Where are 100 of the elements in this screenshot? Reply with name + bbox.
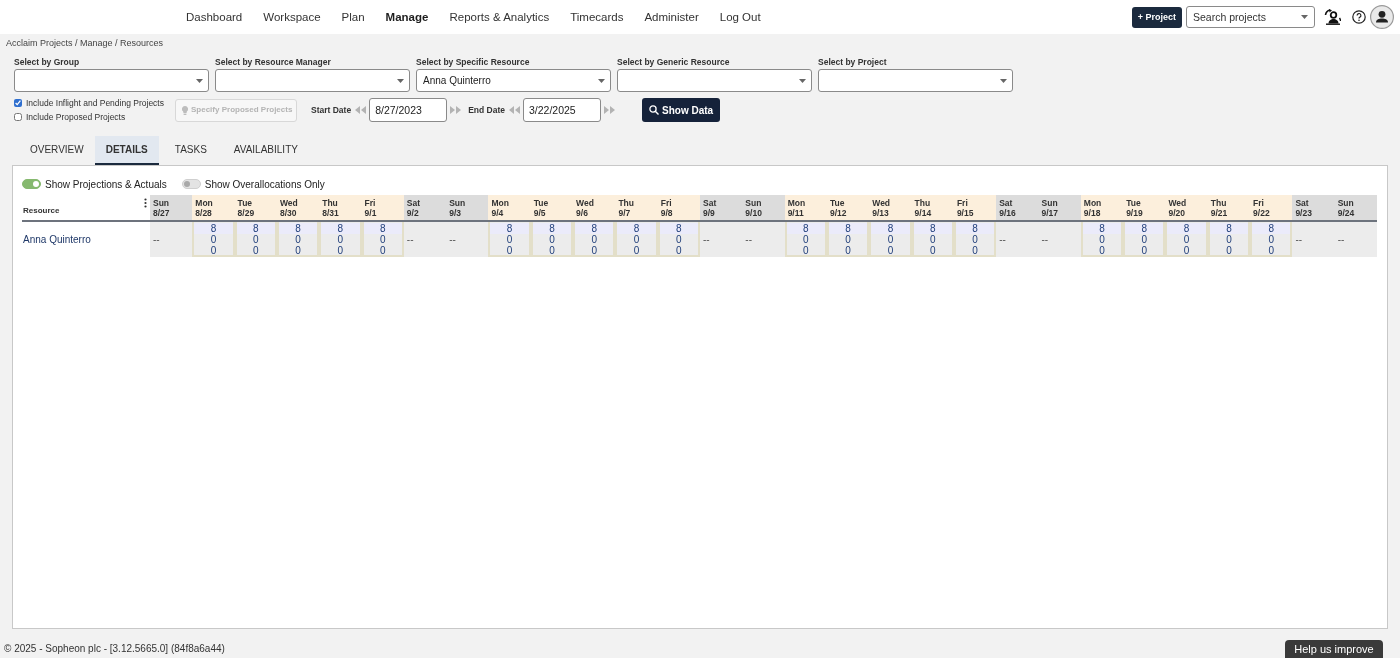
hours-value: 0: [675, 245, 683, 256]
hours-value: 0: [548, 245, 556, 256]
date-label: 9/2: [406, 208, 420, 218]
date-field[interactable]: 3/22/2025: [523, 98, 601, 122]
fast-forward-icon[interactable]: [604, 106, 615, 114]
hours-value: 0: [1267, 234, 1275, 245]
date-label: Start Date: [311, 103, 352, 117]
date-label: 9/14: [914, 208, 933, 218]
rewind-icon[interactable]: [509, 106, 520, 114]
nav-link[interactable]: Administer: [644, 10, 699, 24]
checkbox-label: Include Inflight and Pending Projects: [26, 97, 164, 109]
hours-value: 8: [1209, 223, 1249, 234]
copyright-text: © 2025 - Sopheon plc - [3.12.5665.0] (84f8a6a44): [3, 642, 225, 656]
nav-link[interactable]: Workspace: [263, 10, 321, 24]
hours-value: 0: [632, 234, 641, 245]
hours-value: 0: [802, 245, 810, 256]
date-label: 9/16: [999, 208, 1017, 218]
weekday-label: Fri: [660, 199, 673, 209]
weekday-label: Wed: [279, 199, 299, 209]
column-header: Resource: [23, 205, 60, 217]
hours-value: 0: [505, 245, 514, 256]
hours-value: 8: [1125, 223, 1164, 234]
day-cell: --: [446, 222, 489, 257]
caret-icon: [397, 78, 404, 83]
checkbox-label: Include Proposed Projects: [26, 111, 126, 123]
select-field[interactable]: Anna Quinterro: [416, 69, 611, 92]
hours-value: 0: [971, 234, 979, 245]
date-label: 9/3: [449, 208, 462, 218]
day-cell: --: [996, 222, 1039, 257]
toggle-switch[interactable]: [22, 179, 41, 189]
hours-value: 8: [828, 223, 868, 234]
select-field[interactable]: [14, 69, 209, 92]
tab[interactable]: TASKS: [158, 136, 218, 165]
date-label: 9/18: [1083, 208, 1102, 218]
hours-value: 8: [913, 223, 952, 234]
hours-value: 8: [532, 223, 572, 234]
date-field[interactable]: 8/27/2023: [369, 98, 448, 122]
tab[interactable]: DETAILS: [94, 136, 159, 165]
resource-link[interactable]: Anna Quinterro: [23, 232, 91, 247]
person-arrows-icon[interactable]: [1324, 9, 1341, 25]
weekday-label: Sun: [449, 199, 467, 209]
rewind-icon[interactable]: [355, 106, 367, 114]
nav-link[interactable]: Manage: [385, 10, 429, 24]
hours-value: 0: [294, 245, 302, 256]
show-data-button[interactable]: Show Data: [642, 98, 721, 122]
hours-value: 0: [1098, 245, 1106, 256]
hours-value: 0: [1182, 234, 1191, 245]
hours-value: 0: [844, 245, 852, 256]
weekday-label: Sun: [153, 199, 171, 209]
avatar-icon[interactable]: [1370, 5, 1394, 29]
caret-icon: [1301, 15, 1308, 19]
day-cell: --: [1038, 222, 1081, 257]
hours-value: 0: [209, 245, 218, 256]
select-field[interactable]: [818, 69, 1013, 92]
hours-value: 8: [1252, 223, 1291, 234]
tab[interactable]: OVERVIEW: [14, 136, 95, 165]
nav-link[interactable]: Reports & Analytics: [449, 10, 550, 24]
date-label: 9/11: [787, 208, 805, 218]
weekday-label: Sun: [745, 199, 763, 209]
nav-link[interactable]: Plan: [341, 10, 365, 24]
tab[interactable]: AVAILABILITY: [217, 136, 309, 165]
hours-value: 0: [886, 234, 895, 245]
date-label: 9/7: [618, 208, 632, 218]
hours-value: 8: [490, 223, 529, 234]
weekday-label: Tue: [237, 199, 254, 209]
date-label: 9/6: [576, 208, 589, 218]
weekday-label: Sat: [406, 199, 422, 209]
date-label: 9/9: [703, 208, 716, 218]
select-field[interactable]: [617, 69, 812, 92]
weekday-label: Sun: [1041, 199, 1059, 209]
day-cell: --: [403, 222, 447, 257]
weekday-label: Mon: [491, 199, 510, 209]
hours-value: 0: [886, 245, 895, 256]
checkbox[interactable]: [14, 99, 22, 107]
feedback-button[interactable]: Help us improve: [1285, 640, 1383, 658]
lightbulb-icon: [182, 105, 188, 115]
weekday-label: Wed: [872, 199, 892, 209]
checkbox[interactable]: [14, 113, 22, 121]
date-label: End Date: [468, 103, 505, 117]
hours-value: 0: [336, 234, 345, 245]
hours-value: 8: [617, 223, 656, 234]
select-field[interactable]: [215, 69, 410, 92]
new-project-button[interactable]: + Project: [1131, 6, 1182, 28]
fast-forward-icon[interactable]: [450, 106, 462, 114]
kebab-menu-icon[interactable]: [144, 198, 147, 208]
day-cell: --: [742, 222, 785, 257]
toggle-switch[interactable]: [181, 179, 201, 189]
filter-label: Select by Group: [14, 56, 81, 68]
date-label: 8/28: [195, 208, 213, 218]
hours-value: 0: [252, 234, 260, 245]
weekday-label: Sat: [999, 199, 1014, 209]
filter-label: Select by Resource Manager: [215, 56, 332, 68]
weekday-label: Mon: [787, 199, 807, 209]
nav-link[interactable]: Log Out: [719, 10, 761, 24]
hours-value: 0: [928, 234, 937, 245]
search-field[interactable]: Search projects: [1186, 6, 1315, 28]
help-icon[interactable]: [1352, 10, 1366, 24]
filter-label: Select by Project: [818, 56, 888, 68]
nav-link[interactable]: Dashboard: [186, 10, 243, 24]
nav-link[interactable]: Timecards: [570, 10, 624, 24]
